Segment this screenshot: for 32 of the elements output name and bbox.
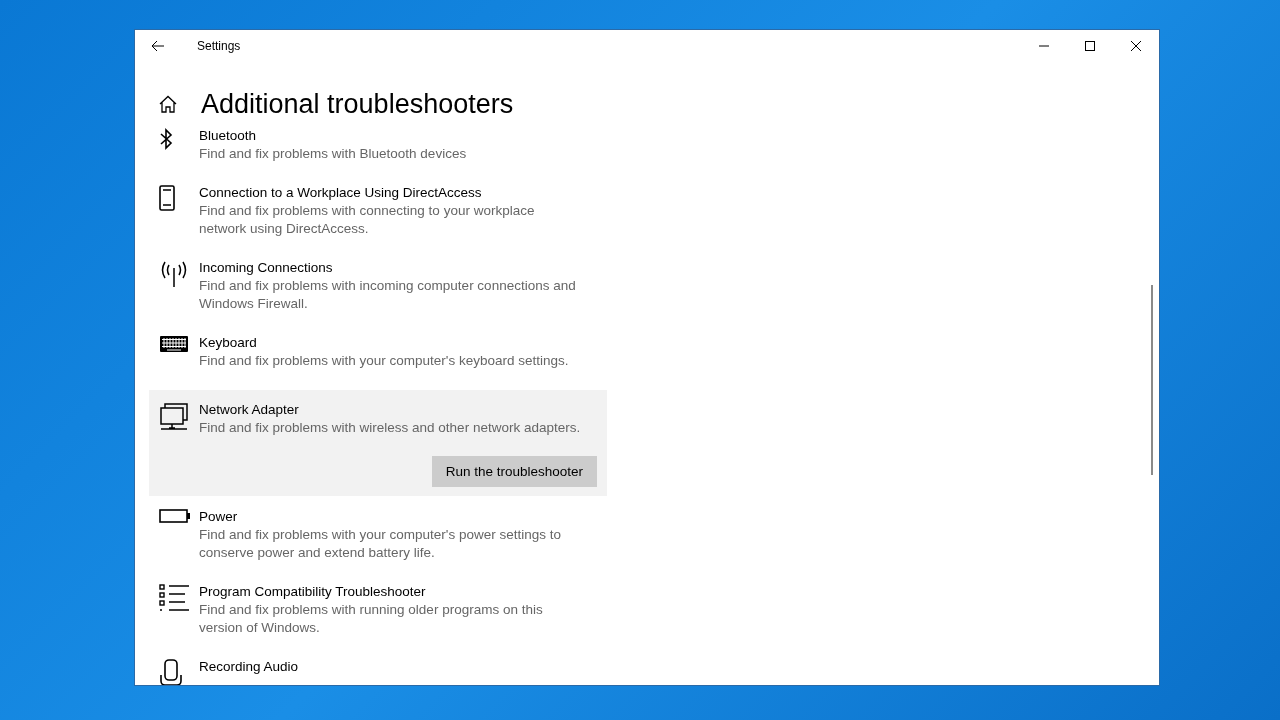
antenna-icon: [159, 260, 189, 288]
troubleshooter-description: Find and fix problems with connecting to your workplace network using DirectAccess.: [199, 202, 536, 238]
troubleshooter-title[interactable]: Keyboard: [199, 333, 582, 352]
page-heading: Additional troubleshooters: [201, 88, 514, 121]
network-computers-icon: [159, 402, 189, 432]
troubleshooter-title[interactable]: Bluetooth: [199, 126, 582, 145]
list-icon: [159, 584, 189, 612]
troubleshooter-description: Find and fix problems with running older programs on this version of Windows.: [199, 601, 544, 637]
battery-icon: [159, 509, 191, 523]
troubleshooter-description: Find and fix problems with your computer's power settings to conserve power and extend battery life.: [199, 526, 562, 562]
phone-icon: [159, 185, 175, 211]
troubleshooter-title[interactable]: Recording Audio: [199, 657, 582, 676]
bluetooth-icon: [159, 128, 173, 150]
troubleshooter-description: Find and fix problems with your computer's keyboard settings.: [199, 352, 570, 370]
troubleshooter-description: Find and fix problems with wireless and other network adapters.: [199, 419, 582, 437]
troubleshooter-description: Find and fix problems with incoming computer connections and Windows Firewall.: [199, 277, 577, 313]
troubleshooter-title: Network Adapter: [199, 401, 300, 419]
home-icon: [159, 95, 177, 113]
troubleshooter-title[interactable]: Incoming Connections: [199, 258, 582, 277]
window-title: Settings: [197, 39, 242, 53]
microphone-icon: [159, 659, 183, 685]
troubleshooter-title[interactable]: Power: [199, 507, 582, 526]
maximize-icon: [1085, 41, 1095, 51]
troubleshooter-item[interactable]: Network Adapter Find and fix problems with wireless and other network adapters. Run the troubleshooter: [149, 390, 607, 496]
scrollbar-thumb[interactable]: [1151, 285, 1153, 475]
troubleshooter-title[interactable]: Program Compatibility Troubleshooter: [199, 582, 582, 601]
run-troubleshooter-button[interactable]: Run the troubleshooter: [431, 456, 597, 487]
close-icon: [1131, 41, 1141, 51]
troubleshooter-description: Find and fix problems with Bluetooth devices: [199, 145, 468, 163]
troubleshooter-title[interactable]: Connection to a Workplace Using DirectAccess: [199, 183, 582, 202]
back-arrow-icon: [151, 40, 165, 52]
keyboard-icon: [159, 335, 189, 353]
